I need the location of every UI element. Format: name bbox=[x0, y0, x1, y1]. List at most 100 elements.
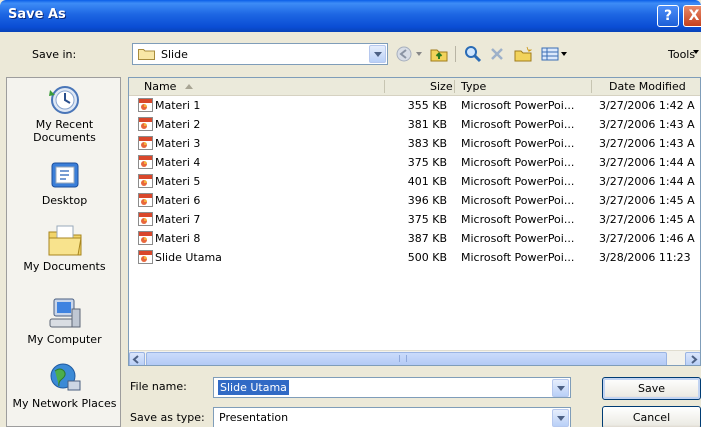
file-type-cell: Microsoft PowerPoi... bbox=[461, 156, 575, 169]
file-size-cell: 396 KB bbox=[407, 194, 447, 207]
place-my-documents[interactable]: My Documents bbox=[7, 222, 122, 273]
column-type[interactable]: Type bbox=[461, 80, 486, 93]
places-bar: My Recent Documents Desktop My Documents… bbox=[6, 77, 121, 427]
powerpoint-file-icon bbox=[138, 136, 153, 153]
save-in-label: Save in: bbox=[32, 48, 77, 61]
file-name-label: File name: bbox=[130, 380, 187, 393]
scrollbar-grip bbox=[399, 355, 407, 362]
file-row[interactable]: Materi 4 375 KB Microsoft PowerPoi... 3/27/… bbox=[129, 154, 700, 172]
file-type-cell: Microsoft PowerPoi... bbox=[461, 232, 575, 245]
column-header-row: Name Size Type Date Modified bbox=[129, 78, 700, 96]
file-name-cell: Materi 8 bbox=[155, 232, 201, 245]
save-as-type-value: Presentation bbox=[219, 411, 289, 424]
file-type-cell: Microsoft PowerPoi... bbox=[461, 213, 575, 226]
file-row[interactable]: Materi 6 396 KB Microsoft PowerPoi... 3/27/… bbox=[129, 192, 700, 208]
file-name-value: Slide Utama bbox=[218, 380, 289, 395]
place-label: My Recent Documents bbox=[33, 118, 96, 144]
delete-icon[interactable] bbox=[487, 44, 507, 64]
place-network-places[interactable]: My Network Places bbox=[7, 361, 122, 410]
toolbar-separator bbox=[455, 46, 456, 62]
file-type-cell: Microsoft PowerPoi... bbox=[461, 194, 575, 207]
file-name-field[interactable]: Slide Utama bbox=[213, 377, 571, 398]
file-date-cell: 3/27/2006 1:44 A bbox=[599, 156, 695, 169]
file-name-cell: Materi 2 bbox=[155, 118, 201, 131]
file-row[interactable]: Materi 3 383 KB Microsoft PowerPoi... 3/27/… bbox=[129, 135, 700, 153]
powerpoint-file-icon bbox=[138, 212, 153, 229]
file-date-cell: 3/27/2006 1:43 A bbox=[599, 137, 695, 150]
help-button[interactable]: ? bbox=[657, 5, 679, 27]
file-type-cell: Microsoft PowerPoi... bbox=[461, 137, 575, 150]
file-row[interactable]: Slide Utama 500 KB Microsoft PowerPoi... 3/… bbox=[129, 249, 700, 267]
file-row[interactable]: Materi 2 381 KB Microsoft PowerPoi... 3/27/… bbox=[129, 116, 700, 134]
views-dropdown-icon[interactable] bbox=[559, 44, 569, 64]
cancel-button[interactable]: Cancel bbox=[602, 406, 701, 427]
file-name-cell: Materi 1 bbox=[155, 99, 201, 112]
file-name-cell: Materi 7 bbox=[155, 213, 201, 226]
file-type-cell: Microsoft PowerPoi... bbox=[461, 99, 575, 112]
place-my-computer[interactable]: My Computer bbox=[7, 297, 122, 346]
file-name-cell: Materi 3 bbox=[155, 137, 201, 150]
place-label: My Computer bbox=[27, 333, 102, 346]
folder-icon bbox=[138, 49, 155, 60]
file-size-cell: 500 KB bbox=[407, 251, 447, 264]
file-row[interactable]: Materi 1 355 KB Microsoft PowerPoi... 3/27/… bbox=[129, 97, 700, 115]
file-size-cell: 375 KB bbox=[407, 213, 447, 226]
back-icon[interactable] bbox=[394, 44, 414, 64]
chevron-down-icon[interactable] bbox=[552, 409, 569, 427]
views-icon[interactable] bbox=[539, 44, 561, 64]
file-row[interactable]: Materi 5 401 KB Microsoft PowerPoi... 3/27/… bbox=[129, 173, 700, 189]
save-as-type-label: Save as type: bbox=[130, 411, 205, 424]
column-size[interactable]: Size bbox=[430, 80, 453, 93]
network-places-icon bbox=[50, 363, 80, 391]
file-type-cell: Microsoft PowerPoi... bbox=[461, 118, 575, 131]
up-folder-icon[interactable] bbox=[428, 44, 450, 64]
chevron-down-icon[interactable] bbox=[552, 379, 569, 397]
save-in-value: Slide bbox=[161, 48, 188, 61]
scroll-right-button[interactable] bbox=[685, 352, 700, 365]
title-bar[interactable]: Save As ? X bbox=[0, 0, 701, 32]
tools-menu[interactable]: Tools bbox=[668, 48, 695, 61]
file-name-cell: Materi 6 bbox=[155, 194, 201, 207]
column-name[interactable]: Name bbox=[144, 80, 176, 93]
place-recent-documents[interactable]: My Recent Documents bbox=[7, 84, 122, 144]
sort-ascending-icon bbox=[185, 84, 193, 89]
file-size-cell: 355 KB bbox=[407, 99, 447, 112]
file-type-cell: Microsoft PowerPoi... bbox=[461, 251, 575, 264]
file-row[interactable]: Materi 8 387 KB Microsoft PowerPoi... 3/27/… bbox=[129, 230, 700, 246]
powerpoint-file-icon bbox=[138, 250, 153, 267]
place-label: Desktop bbox=[41, 194, 88, 207]
desktop-icon bbox=[51, 162, 78, 188]
save-in-dropdown[interactable]: Slide bbox=[132, 43, 388, 65]
file-size-cell: 387 KB bbox=[407, 232, 447, 245]
window-title: Save As bbox=[8, 7, 66, 22]
file-name-cell: Slide Utama bbox=[155, 251, 222, 264]
file-name-cell: Materi 4 bbox=[155, 156, 201, 169]
powerpoint-file-icon bbox=[138, 117, 153, 134]
file-date-cell: 3/27/2006 1:46 A bbox=[599, 232, 695, 245]
powerpoint-file-icon bbox=[138, 98, 153, 115]
file-row[interactable]: Materi 7 375 KB Microsoft PowerPoi... 3/27/… bbox=[129, 211, 700, 229]
horizontal-scrollbar[interactable] bbox=[129, 350, 700, 365]
close-button[interactable]: X bbox=[683, 5, 701, 27]
file-date-cell: 3/27/2006 1:43 A bbox=[599, 118, 695, 131]
new-folder-icon[interactable] bbox=[512, 44, 534, 64]
file-name-cell: Materi 5 bbox=[155, 175, 201, 188]
file-size-cell: 383 KB bbox=[407, 137, 447, 150]
my-computer-icon bbox=[49, 298, 80, 328]
powerpoint-file-icon bbox=[138, 155, 153, 172]
file-date-cell: 3/27/2006 1:44 A bbox=[599, 175, 695, 188]
place-desktop[interactable]: Desktop bbox=[7, 160, 122, 207]
file-size-cell: 401 KB bbox=[407, 175, 447, 188]
save-button[interactable]: Save bbox=[602, 377, 701, 400]
file-list[interactable]: Name Size Type Date Modified Materi 1 355… bbox=[128, 77, 701, 366]
back-dropdown-icon[interactable] bbox=[414, 44, 424, 64]
column-date-modified[interactable]: Date Modified bbox=[609, 80, 686, 93]
save-as-type-dropdown[interactable]: Presentation bbox=[213, 407, 571, 427]
scroll-left-button[interactable] bbox=[129, 352, 145, 365]
file-date-cell: 3/27/2006 1:42 A bbox=[599, 99, 695, 112]
search-web-icon[interactable] bbox=[462, 44, 484, 64]
file-size-cell: 375 KB bbox=[407, 156, 447, 169]
tools-dropdown-icon[interactable] bbox=[693, 50, 699, 54]
chevron-down-icon[interactable] bbox=[369, 45, 386, 63]
file-type-cell: Microsoft PowerPoi... bbox=[461, 175, 575, 188]
